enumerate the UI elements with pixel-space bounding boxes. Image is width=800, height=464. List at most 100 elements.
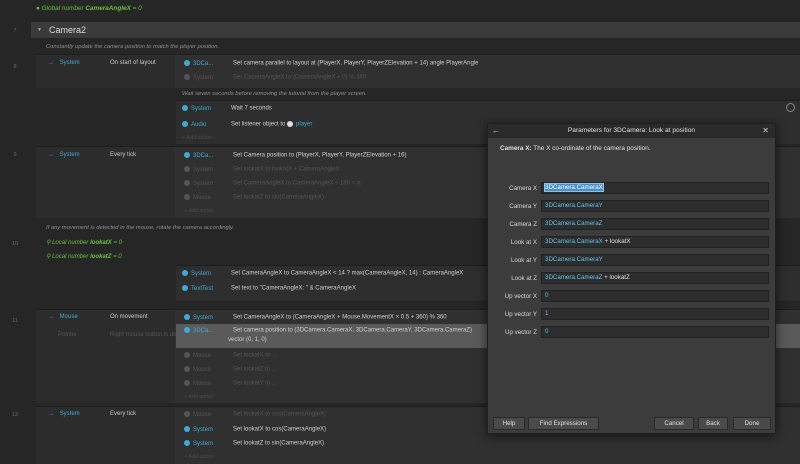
local-variable[interactable]: ⚲ Local number lookatZ = 0 [46, 253, 122, 260]
action-text: Set CameraAngleX to CameraAngleX ÷ 180 ×… [233, 180, 362, 187]
action-text: Set Camera position to (PlayerX, PlayerY… [233, 152, 407, 159]
condition-object: Pointer [58, 332, 78, 338]
group-header[interactable]: ▼ Camera2 [31, 22, 800, 39]
param-value: 1 [545, 310, 549, 317]
event-comment[interactable]: If any movement is detected in the mouse… [46, 225, 234, 231]
param-label: Up vector Y [504, 311, 537, 318]
param-value: 3DCamera.CameraY [545, 202, 603, 209]
help-button[interactable]: Help [493, 417, 525, 430]
action-text: Set lookatX to cos(CameraAngleX) [233, 411, 327, 418]
system-icon [184, 166, 190, 172]
param-label: Up vector X [504, 293, 537, 300]
action-text: Set listener object to [231, 121, 286, 128]
local-variable[interactable]: ⚲ Local number lookatX = 0 [46, 239, 122, 246]
arrow-icon: → [48, 152, 54, 158]
action[interactable]: 3DCa... Set Camera position to (PlayerX, … [184, 152, 406, 159]
player-object-name: player [296, 121, 313, 128]
action-selected[interactable]: 3DCa... Set camera position to (3DCamera.… [184, 327, 472, 334]
local-var-suffix: = 0 [113, 254, 122, 260]
add-action-link[interactable]: + Add action [182, 135, 212, 141]
action-object: System [193, 166, 214, 173]
camera-y-field[interactable]: 3DCamera.CameraY [541, 200, 769, 212]
system-icon [184, 180, 190, 186]
action[interactable]: System Set CameraAngleX to CameraAngleX <… [182, 270, 463, 277]
action[interactable]: Mouse Set lookatY to ... [184, 380, 277, 387]
global-variable[interactable]: ● Global number CameraAngleX = 0 [36, 5, 142, 12]
action-object: TextTest [191, 285, 214, 292]
audio-icon [182, 121, 188, 127]
arrow-icon: → [48, 60, 54, 66]
condition[interactable]: → System On start of layout [48, 60, 156, 66]
action-text: Set lookatX to ... [233, 352, 278, 359]
action[interactable]: Audio Set listener object to player [182, 121, 312, 128]
action[interactable]: System Set CameraAngleX to (CameraAngleX … [184, 74, 366, 81]
action-object: 3DCa... [193, 152, 214, 159]
condition-object: System [59, 411, 80, 417]
action-object: System [193, 314, 214, 321]
collapse-triangle-icon[interactable]: ▼ [37, 27, 42, 33]
look-at-x-field[interactable]: 3DCamera.CameraX + lookatX [541, 236, 769, 248]
up-vector-z-field[interactable]: 0 [541, 326, 769, 338]
find-expressions-button[interactable]: Find Expressions [528, 417, 599, 430]
event-block[interactable]: → System On start of layout 3DCa... Set c… [36, 54, 800, 88]
parameter-description: Camera X: The X co-ordinate of the camer… [500, 145, 651, 152]
action[interactable]: System Set CameraAngleX to (CameraAngleX … [184, 314, 447, 321]
event-comment[interactable]: Wait seven seconds before removing the t… [182, 91, 367, 97]
condition[interactable]: → Mouse On movement [48, 314, 148, 320]
action[interactable]: System Set lookatX to cos(CameraAngleX) [184, 426, 326, 433]
action[interactable]: System Set CameraAngleX to CameraAngleX ÷… [184, 180, 361, 187]
action[interactable]: Mouse Set lookatX to ... [184, 352, 277, 359]
param-value: 3DCamera.CameraY [545, 256, 603, 263]
dialog-titlebar[interactable]: ← Parameters for 3DCamera: Look at posit… [488, 124, 775, 138]
add-action-link[interactable]: + Add action [184, 454, 214, 460]
action[interactable]: 3DCa... Set camera parallel to layout at … [184, 60, 479, 67]
local-var-name: lookatX [90, 240, 112, 246]
close-icon[interactable]: ✕ [762, 124, 769, 137]
parameters-dialog[interactable]: ← Parameters for 3DCamera: Look at posit… [487, 123, 776, 434]
action[interactable]: Mouse Set lookatZ to ... [184, 366, 277, 373]
pin-icon: ⚲ [46, 254, 51, 260]
condition-text: On movement [110, 314, 148, 320]
up-vector-y-field[interactable]: 1 [541, 308, 769, 320]
up-vector-x-field[interactable]: 0 [541, 290, 769, 302]
action[interactable]: System Wait 7 seconds [182, 105, 272, 112]
condition-object: System [59, 60, 80, 66]
look-at-y-field[interactable]: 3DCamera.CameraY [541, 254, 769, 266]
param-value: 3DCamera.CameraX [545, 238, 603, 245]
pin-icon: ⚲ [46, 240, 51, 246]
look-at-z-field[interactable]: 3DCamera.CameraZ + lookatZ [541, 272, 769, 284]
action-text: Set lookatY to ... [233, 380, 277, 387]
player-sprite-icon [287, 121, 294, 127]
camera-x-field[interactable]: 3DCamera.CameraX [541, 182, 769, 194]
arrow-icon: → [48, 411, 54, 417]
action-text: Set CameraAngleX to (CameraAngleX + Mous… [233, 314, 447, 321]
local-var-suffix: = 0 [113, 240, 122, 246]
condition-text: Right mouse button is down [110, 332, 185, 338]
action[interactable]: System Set lookatX to lookatX + CameraAng… [184, 166, 340, 173]
camera-z-field[interactable]: 3DCamera.CameraZ [541, 218, 769, 230]
action-object: System [193, 426, 214, 433]
add-action-link[interactable]: + Add action [184, 394, 214, 400]
condition[interactable]: → System Every tick [48, 411, 136, 417]
action-object: Mouse [193, 411, 212, 418]
line-number: 8 [13, 64, 17, 70]
action-object: System [193, 180, 214, 187]
condition[interactable]: Pointer Right mouse button is down [48, 332, 184, 338]
globe-icon: ● [36, 5, 40, 12]
mouse-icon [184, 352, 190, 358]
arrow-icon: → [48, 314, 54, 320]
back-arrow-icon[interactable]: ← [492, 124, 500, 137]
cancel-button[interactable]: Cancel [654, 417, 694, 430]
action[interactable]: Mouse Set lookatZ to sin(CameraAngleX) [184, 194, 324, 201]
condition[interactable]: → System Every tick [48, 152, 136, 158]
add-action-link[interactable]: + Add action [184, 208, 214, 214]
action-object: Audio [191, 121, 207, 128]
action[interactable]: TextTest Set text to "CameraAngleX: " & C… [182, 285, 356, 292]
conditions-column[interactable] [36, 310, 175, 403]
action[interactable]: Mouse Set lookatX to cos(CameraAngleX) [184, 411, 326, 418]
event-comment[interactable]: Constantly update the camera position to… [46, 44, 219, 50]
back-button[interactable]: Back [698, 417, 728, 430]
action[interactable]: System Set lookatZ to sin(CameraAngleX) [184, 440, 324, 447]
param-desc-text: The X co-ordinate of the camera position… [533, 145, 651, 152]
done-button[interactable]: Done [733, 417, 771, 430]
